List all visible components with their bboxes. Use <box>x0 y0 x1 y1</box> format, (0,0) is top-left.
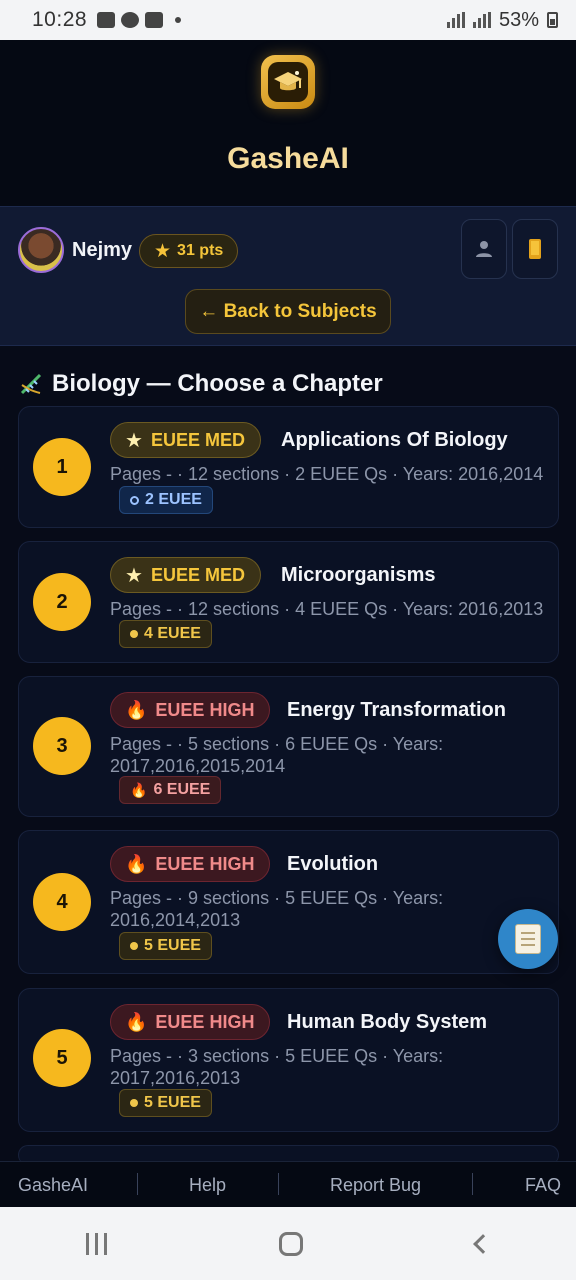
fire-icon: 🔥 <box>125 1011 148 1032</box>
divider <box>278 1173 279 1195</box>
signal-icon-2 <box>472 12 491 28</box>
app-header: GasheAI <box>0 40 576 206</box>
system-nav-bar <box>0 1207 576 1280</box>
chapter-title: Human Body System <box>287 1011 488 1033</box>
footer-link-gasheai[interactable]: GasheAI <box>18 1175 88 1196</box>
chapter-meta: Pages - · 12 sections · 4 EUEE Qs · Year… <box>110 599 544 619</box>
chapter-number: 2 <box>33 573 91 631</box>
euee-count-pill: 5 EUEE <box>119 1089 212 1117</box>
back-icon[interactable] <box>472 1233 493 1254</box>
divider <box>472 1173 473 1195</box>
youtube-icon <box>145 12 164 28</box>
points-label: 31 pts <box>177 242 224 259</box>
chapter-card[interactable]: 4 🔥 EUEE HIGH Evolution Pages - · 9 sect… <box>18 830 559 974</box>
chapter-card[interactable]: 5 🔥 EUEE HIGH Human Body System Pages - … <box>18 988 559 1132</box>
gallery-icon <box>97 12 116 28</box>
user-name: Nejmy <box>72 239 133 261</box>
chapter-card[interactable]: 2 ★ EUEE MED Microorganisms Pages - · 12… <box>18 541 559 663</box>
fire-icon: 🔥 <box>130 781 148 798</box>
chapter-number: 4 <box>33 873 91 931</box>
euee-count-pill: 4 EUEE <box>119 620 212 648</box>
recent-apps-icon[interactable] <box>86 1232 108 1255</box>
memo-icon <box>515 924 541 954</box>
chapter-meta: Pages - · 9 sections · 5 EUEE Qs · Years… <box>110 888 444 930</box>
app-title: GasheAI <box>227 142 349 175</box>
profile-button[interactable] <box>461 219 507 279</box>
avatar[interactable] <box>18 227 64 273</box>
message-icon <box>121 12 140 28</box>
device-button[interactable] <box>512 219 558 279</box>
chapter-title: Microorganisms <box>281 564 436 586</box>
graduation-cap-icon <box>268 62 308 102</box>
chapter-meta: Pages - · 3 sections · 5 EUEE Qs · Years… <box>110 1046 444 1088</box>
chapter-number: 3 <box>33 717 91 775</box>
fire-icon: 🔥 <box>125 853 148 874</box>
chapter-title: Applications Of Biology <box>281 429 508 451</box>
signal-icon <box>446 12 465 28</box>
star-icon: ★ <box>154 240 172 262</box>
dot-icon <box>130 1099 138 1107</box>
chapter-meta: Pages - · 12 sections · 2 EUEE Qs · Year… <box>110 464 544 484</box>
euee-count-pill: 2 EUEE <box>119 486 213 514</box>
footer-link-help[interactable]: Help <box>189 1175 226 1196</box>
circle-icon <box>130 495 139 505</box>
page-title: Biology — Choose a Chapter <box>18 370 383 398</box>
star-icon: ★ <box>125 429 143 452</box>
chapter-card[interactable]: 3 🔥 EUEE HIGH Energy Transformation Page… <box>18 676 559 817</box>
notification-dot-icon <box>175 17 182 23</box>
chapter-number: 5 <box>33 1029 91 1087</box>
chapter-number: 1 <box>33 438 91 496</box>
chapter-card[interactable]: 1 ★ EUEE MED Applications Of Biology Pag… <box>18 406 559 528</box>
difficulty-badge: ★ EUEE MED <box>110 422 261 458</box>
back-to-subjects-button[interactable]: ← Back to Subjects <box>185 289 391 334</box>
chapter-meta: Pages - · 5 sections · 6 EUEE Qs · Years… <box>110 734 444 776</box>
user-bar: Nejmy ★ 31 pts ← Back to Subjects <box>0 206 576 346</box>
points-badge: ★ 31 pts <box>139 234 239 268</box>
notes-button[interactable] <box>498 909 558 969</box>
person-icon <box>476 241 492 257</box>
phone-icon <box>529 239 541 259</box>
difficulty-badge: 🔥 EUEE HIGH <box>110 692 271 728</box>
star-icon: ★ <box>125 564 143 587</box>
fire-icon: 🔥 <box>125 699 148 720</box>
chapter-title: Evolution <box>287 853 379 875</box>
footer-link-report-bug[interactable]: Report Bug <box>330 1175 421 1196</box>
chapter-title: Energy Transformation <box>287 699 506 721</box>
difficulty-badge: 🔥 EUEE HIGH <box>110 846 271 882</box>
divider <box>137 1173 138 1195</box>
difficulty-badge: 🔥 EUEE HIGH <box>110 1004 271 1040</box>
footer-links: GasheAI Help Report Bug FAQ <box>0 1161 576 1207</box>
status-bar: 10:28 53% <box>0 0 576 40</box>
battery-icon <box>547 12 558 28</box>
app-logo <box>261 55 315 109</box>
dna-icon <box>20 373 42 395</box>
section-title: Biology — Choose a Chapter <box>52 370 383 397</box>
dot-icon <box>130 942 138 950</box>
home-icon[interactable] <box>279 1231 304 1256</box>
euee-count-pill: 5 EUEE <box>119 932 212 960</box>
battery-percent: 53% <box>498 8 539 31</box>
dot-icon <box>130 630 138 638</box>
footer-link-faq[interactable]: FAQ <box>525 1175 561 1196</box>
status-time: 10:28 <box>32 8 88 31</box>
difficulty-badge: ★ EUEE MED <box>110 557 261 593</box>
euee-count-pill: 🔥 6 EUEE <box>119 776 222 804</box>
